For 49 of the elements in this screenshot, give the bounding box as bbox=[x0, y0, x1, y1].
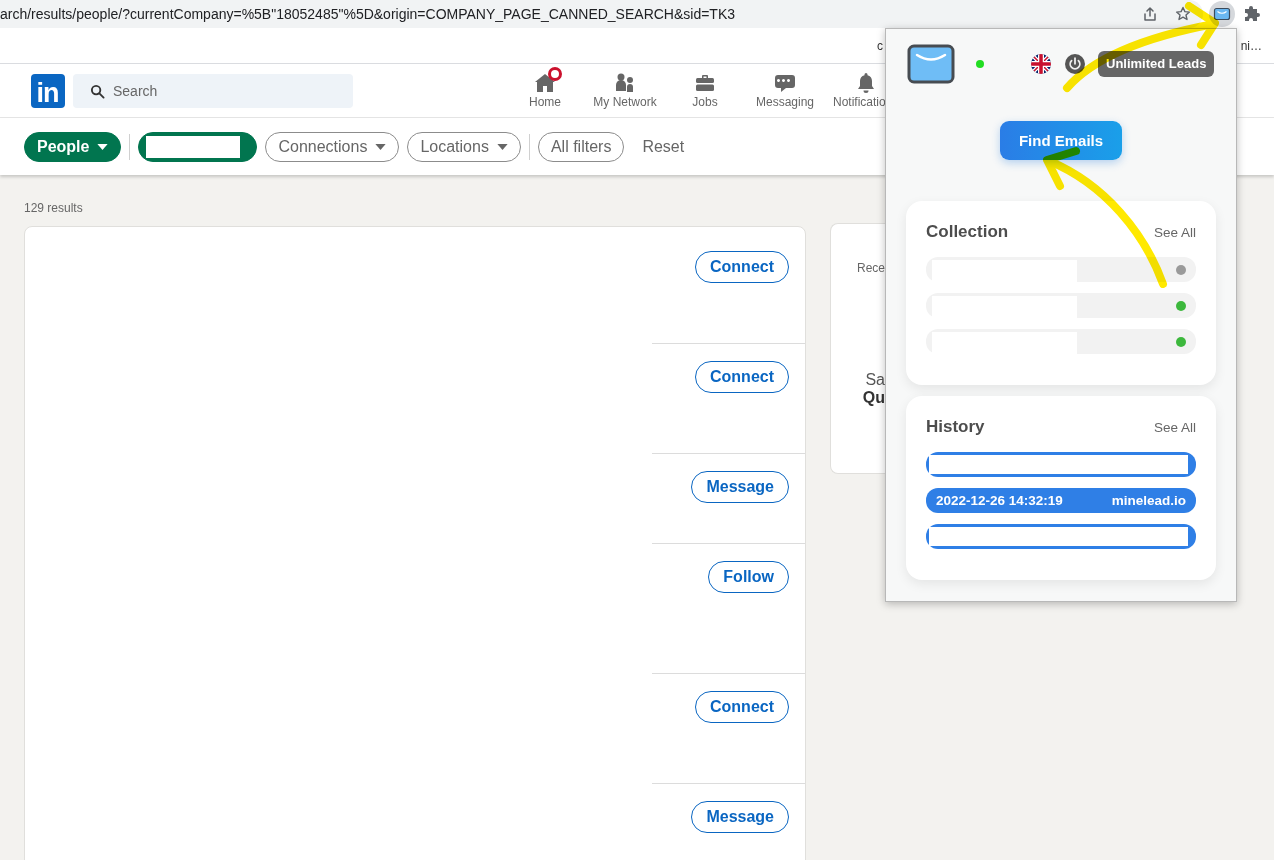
filter-dropdown[interactable]: Connections bbox=[265, 131, 400, 162]
share-icon[interactable] bbox=[1142, 6, 1158, 22]
power-icon[interactable] bbox=[1065, 54, 1085, 74]
section-title: History bbox=[926, 417, 985, 437]
nav-link[interactable]: Notificatio bbox=[825, 64, 905, 117]
filter-dropdown[interactable]: People bbox=[24, 131, 122, 162]
nav-link[interactable]: My Network bbox=[585, 64, 665, 117]
card-text: Rece bbox=[857, 261, 885, 275]
envelope-logo-icon bbox=[907, 44, 955, 84]
history-date: 2022-12-26 14:32:19 bbox=[936, 493, 1063, 508]
history-domain: minelead.io bbox=[1111, 493, 1186, 508]
profile-action-button[interactable]: Message bbox=[691, 801, 789, 833]
filter-dropdown[interactable]: Locations bbox=[407, 131, 521, 162]
url-text: arch/results/people/?currentCompany=%5B"18052485"%5D&origin=COMPANY_PAGE_CANNED_SEARCH&sid=TK3 bbox=[0, 6, 737, 22]
history-item[interactable] bbox=[926, 452, 1196, 477]
profile-action-button[interactable]: Connect bbox=[695, 691, 789, 723]
bookmark-link[interactable]: ni… bbox=[1240, 38, 1262, 53]
bookmark-link[interactable]: c bbox=[877, 38, 883, 53]
nav-link[interactable]: Home bbox=[505, 64, 585, 117]
search-icon bbox=[90, 83, 105, 99]
all-filters-button[interactable]: All filters bbox=[537, 131, 625, 162]
find-emails-button[interactable]: Find Emails bbox=[999, 121, 1123, 160]
caret-icon bbox=[97, 143, 109, 150]
uk-flag-icon[interactable] bbox=[1031, 54, 1051, 74]
see-all-link[interactable]: See All bbox=[1153, 419, 1196, 435]
profile-action-button[interactable]: Connect bbox=[695, 251, 789, 283]
profile-action-button[interactable]: Connect bbox=[695, 361, 789, 393]
reset-button[interactable]: Reset bbox=[636, 131, 691, 162]
nav-link[interactable]: Jobs bbox=[665, 64, 745, 117]
profile-action-button[interactable]: Message bbox=[691, 471, 789, 503]
plan-badge: Unlimited Leads bbox=[1098, 51, 1215, 77]
see-all-link[interactable]: See All bbox=[1153, 224, 1196, 240]
house-icon bbox=[533, 71, 557, 95]
card-text: Qu bbox=[862, 389, 885, 407]
history-item[interactable] bbox=[926, 524, 1196, 549]
history-item[interactable]: 2022-12-26 14:32:19 minelead.io bbox=[926, 488, 1196, 513]
filter-dropdown[interactable] bbox=[138, 131, 258, 162]
section-title: Collection bbox=[926, 222, 1009, 242]
search-field[interactable]: Search bbox=[73, 73, 353, 108]
address-bar[interactable]: arch/results/people/?currentCompany=%5B"18052485"%5D&origin=COMPANY_PAGE_CANNED_SEARCH&sid=TK3 bbox=[0, 0, 1203, 28]
caret-icon bbox=[496, 143, 508, 150]
star-icon[interactable] bbox=[1175, 6, 1191, 22]
caret-icon bbox=[375, 143, 387, 150]
envelope-icon[interactable] bbox=[1209, 1, 1235, 27]
logo[interactable]: in bbox=[31, 73, 65, 108]
card-text: Sa bbox=[865, 371, 885, 389]
nav-link[interactable]: Messaging bbox=[745, 64, 825, 117]
profile-action-button[interactable]: Follow bbox=[708, 561, 789, 593]
results-count: 129 results bbox=[24, 201, 84, 215]
